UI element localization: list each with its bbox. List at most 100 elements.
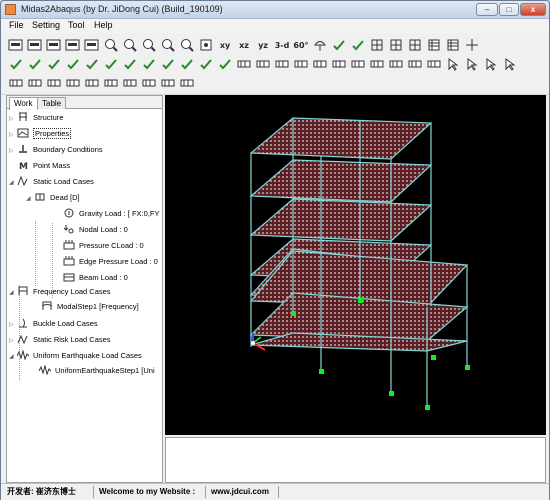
- model-icon[interactable]: [64, 36, 82, 54]
- menu-help[interactable]: Help: [94, 20, 113, 30]
- zoom-in-icon[interactable]: [159, 36, 177, 54]
- pan-icon[interactable]: [197, 36, 215, 54]
- tree-item-uniform-earthquake-load-cases[interactable]: ◢ Uniform Earthquake Load Cases: [9, 349, 142, 362]
- element-icon[interactable]: [368, 55, 386, 73]
- zoom-in-icon[interactable]: [102, 36, 120, 54]
- zoom-in-icon[interactable]: [140, 36, 158, 54]
- element-icon[interactable]: [64, 74, 82, 92]
- tab-table[interactable]: Table: [37, 97, 67, 109]
- check-icon[interactable]: [83, 55, 101, 73]
- grid-icon[interactable]: [425, 36, 443, 54]
- output-panel[interactable]: [165, 437, 546, 483]
- element-icon[interactable]: [254, 55, 272, 73]
- element-icon[interactable]: [311, 55, 329, 73]
- element-icon[interactable]: [121, 74, 139, 92]
- element-icon[interactable]: [235, 55, 253, 73]
- element-icon[interactable]: [178, 74, 196, 92]
- tree-item-boundary-conditions[interactable]: ▷ Boundary Conditions: [9, 143, 103, 156]
- model-viewport[interactable]: [165, 95, 546, 435]
- check-icon[interactable]: [159, 55, 177, 73]
- collapse-arrow-icon[interactable]: ◢: [9, 287, 17, 300]
- cross-icon[interactable]: [463, 36, 481, 54]
- element-icon[interactable]: [26, 74, 44, 92]
- menu-file[interactable]: File: [9, 20, 24, 30]
- element-icon[interactable]: [159, 74, 177, 92]
- view-3d-button[interactable]: 3-d: [273, 36, 291, 54]
- rotate-view-button[interactable]: 60°: [292, 36, 310, 54]
- expand-arrow-icon[interactable]: ▷: [9, 145, 17, 158]
- tree-item-dead-load[interactable]: ◢ Dead [D]: [26, 191, 80, 204]
- zoom-in-icon[interactable]: [178, 36, 196, 54]
- expand-arrow-icon[interactable]: ▷: [9, 113, 17, 126]
- umbrella-icon[interactable]: [311, 36, 329, 54]
- tree-item-nodal-load[interactable]: Nodal Load : 0: [63, 223, 128, 236]
- view-yz-button[interactable]: yz: [254, 36, 272, 54]
- tree-item-static-risk-load-cases[interactable]: ▷ Static Risk Load Cases: [9, 333, 111, 346]
- frame-icon[interactable]: [368, 36, 386, 54]
- website-link[interactable]: www.jdcui.com: [211, 486, 269, 498]
- element-icon[interactable]: [273, 55, 291, 73]
- frame-icon[interactable]: [387, 36, 405, 54]
- collapse-arrow-icon[interactable]: ◢: [9, 177, 17, 190]
- check-icon[interactable]: [349, 36, 367, 54]
- element-icon[interactable]: [45, 74, 63, 92]
- menu-tool[interactable]: Tool: [68, 20, 85, 30]
- tree-item-earthquake-step[interactable]: UniformEarthquakeStep1 [Uni: [39, 364, 155, 377]
- element-icon[interactable]: [425, 55, 443, 73]
- grid-icon[interactable]: [444, 36, 462, 54]
- tree-item-point-mass[interactable]: M Point Mass: [9, 159, 70, 172]
- element-icon[interactable]: [406, 55, 424, 73]
- select-arrow-icon[interactable]: [463, 55, 481, 73]
- tree-item-structure[interactable]: ▷ Structure: [9, 111, 63, 124]
- collapse-arrow-icon[interactable]: ◢: [26, 193, 34, 206]
- collapse-arrow-icon[interactable]: ◢: [9, 351, 17, 364]
- tree-item-pressure-load[interactable]: Pressure CLoad : 0: [63, 239, 144, 252]
- tree-item-beam-load[interactable]: Beam Load : 0: [63, 271, 128, 284]
- tab-work[interactable]: Work: [9, 97, 38, 110]
- check-icon[interactable]: [7, 55, 25, 73]
- expand-arrow-icon[interactable]: ▷: [9, 319, 17, 332]
- element-icon[interactable]: [387, 55, 405, 73]
- view-xz-button[interactable]: xz: [235, 36, 253, 54]
- model-icon[interactable]: [83, 36, 101, 54]
- check-icon[interactable]: [121, 55, 139, 73]
- element-icon[interactable]: [292, 55, 310, 73]
- close-button[interactable]: x: [520, 3, 546, 16]
- check-icon[interactable]: [140, 55, 158, 73]
- check-icon[interactable]: [178, 55, 196, 73]
- expand-arrow-icon[interactable]: ▷: [9, 129, 17, 142]
- minimize-button[interactable]: –: [476, 3, 498, 16]
- element-icon[interactable]: [102, 74, 120, 92]
- check-icon[interactable]: [26, 55, 44, 73]
- select-arrow-icon[interactable]: [482, 55, 500, 73]
- check-icon[interactable]: [330, 36, 348, 54]
- menu-setting[interactable]: Setting: [32, 20, 60, 30]
- title-bar[interactable]: Midas2Abaqus (by Dr. JiDong Cui) (Build_…: [1, 1, 549, 19]
- tree-item-buckle-load-cases[interactable]: ▷ Buckle Load Cases: [9, 317, 98, 330]
- model-icon[interactable]: [45, 36, 63, 54]
- tree-item-edge-pressure-load[interactable]: Edge Pressure Load : 0: [63, 255, 158, 268]
- model-icon[interactable]: [26, 36, 44, 54]
- select-arrow-icon[interactable]: [501, 55, 519, 73]
- element-icon[interactable]: [83, 74, 101, 92]
- tree-item-frequency-load-cases[interactable]: ◢ Frequency Load Cases: [9, 285, 111, 298]
- tree-item-gravity-load[interactable]: Gravity Load : [ FX:0,FY: [63, 207, 159, 220]
- select-arrow-icon[interactable]: [444, 55, 462, 73]
- tree-item-static-load-cases[interactable]: ◢ Static Load Cases: [9, 175, 94, 188]
- element-icon[interactable]: [349, 55, 367, 73]
- expand-arrow-icon[interactable]: ▷: [9, 335, 17, 348]
- model-icon[interactable]: [7, 36, 25, 54]
- element-icon[interactable]: [140, 74, 158, 92]
- zoom-in-icon[interactable]: [121, 36, 139, 54]
- check-icon[interactable]: [216, 55, 234, 73]
- view-xy-button[interactable]: xy: [216, 36, 234, 54]
- check-icon[interactable]: [102, 55, 120, 73]
- element-icon[interactable]: [330, 55, 348, 73]
- tree-item-modal-step[interactable]: ModalStep1 [Frequency]: [41, 300, 139, 313]
- check-icon[interactable]: [197, 55, 215, 73]
- element-icon[interactable]: [7, 74, 25, 92]
- tree-item-properties[interactable]: ▷ Properties: [9, 127, 72, 142]
- maximize-button[interactable]: □: [499, 3, 519, 16]
- check-icon[interactable]: [45, 55, 63, 73]
- check-icon[interactable]: [64, 55, 82, 73]
